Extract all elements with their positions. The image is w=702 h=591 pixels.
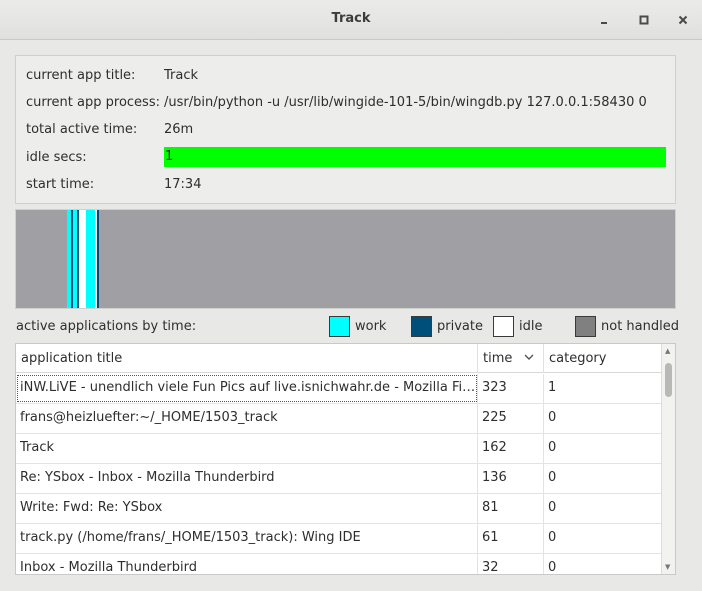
idle-bar: 1	[164, 147, 666, 167]
maximize-icon	[639, 15, 649, 25]
table-row[interactable]: Track 162 0	[16, 434, 661, 464]
timeline-segment-private	[97, 210, 99, 308]
legend-label-work: work	[355, 319, 387, 334]
cell-application-title: iNW.LiVE - unendlich viele Fun Pics auf …	[16, 374, 478, 403]
scrollbar-thumb[interactable]	[665, 363, 672, 397]
scroll-up-icon[interactable]: ▲	[665, 347, 670, 355]
cell-time: 32	[478, 554, 544, 574]
cell-application-title: Re: YSbox - Inbox - Mozilla Thunderbird	[16, 464, 478, 493]
cell-application-title: Inbox - Mozilla Thunderbird	[16, 554, 478, 574]
column-header-application-title[interactable]: application title	[16, 344, 478, 373]
cell-application-title: Track	[16, 434, 478, 463]
idle-value: 1	[165, 149, 174, 164]
cell-category: 1	[548, 380, 557, 395]
applications-table[interactable]: application title time category iNW.LiVE…	[15, 343, 676, 575]
column-header-category[interactable]: category	[544, 344, 661, 373]
scroll-down-icon[interactable]: ▼	[665, 563, 670, 571]
info-panel: current app title: Track current app pro…	[15, 55, 676, 204]
table-header: application title time category	[16, 344, 661, 373]
close-button[interactable]	[673, 10, 693, 30]
legend-swatch-not-handled	[575, 316, 596, 337]
table-row[interactable]: frans@heizluefter:~/_HOME/1503_track 225 0	[16, 404, 661, 434]
process-label: current app process:	[26, 95, 160, 110]
table-row[interactable]: Inbox - Mozilla Thunderbird 32 0	[16, 554, 661, 575]
start-time-label: start time:	[26, 177, 95, 192]
legend-label-idle: idle	[519, 319, 543, 334]
cell-category: 0	[548, 470, 557, 485]
cell-time: 162	[478, 434, 544, 463]
cell-category: 0	[548, 500, 557, 515]
cell-category: 0	[548, 530, 557, 545]
table-row[interactable]: track.py (/home/frans/_HOME/1503_track):…	[16, 524, 661, 554]
legend-swatch-idle	[493, 316, 514, 337]
cell-time: 225	[478, 404, 544, 433]
app-title-value: Track	[164, 68, 199, 83]
legend-label-not-handled: not handled	[601, 319, 679, 334]
sort-descending-icon	[524, 354, 534, 360]
table-row[interactable]: iNW.LiVE - unendlich viele Fun Pics auf …	[16, 374, 661, 404]
column-header-time[interactable]: time	[478, 344, 544, 373]
activity-timeline	[15, 209, 676, 309]
title-bar: Track	[0, 0, 702, 40]
cell-category: 0	[548, 410, 557, 425]
vertical-scrollbar[interactable]: ▲ ▼	[661, 344, 675, 574]
total-active-value: 26m	[164, 122, 194, 137]
process-value: /usr/bin/python -u /usr/lib/wingide-101-…	[164, 95, 647, 110]
cell-application-title: Write: Fwd: Re: YSbox	[16, 494, 478, 523]
maximize-button[interactable]	[634, 10, 654, 30]
close-icon	[678, 15, 688, 25]
cell-category: 0	[548, 560, 557, 575]
minimize-icon	[601, 22, 607, 24]
table-row[interactable]: Re: YSbox - Inbox - Mozilla Thunderbird 1…	[16, 464, 661, 494]
cell-time: 323	[478, 374, 544, 403]
column-header-label: application title	[21, 351, 123, 366]
minimize-button[interactable]	[594, 10, 614, 30]
cell-application-title: frans@heizluefter:~/_HOME/1503_track	[16, 404, 478, 433]
table-row[interactable]: Write: Fwd: Re: YSbox 81 0	[16, 494, 661, 524]
start-time-value: 17:34	[164, 177, 202, 192]
idle-label: idle secs:	[26, 150, 87, 165]
timeline-segment-idle	[79, 210, 86, 308]
cell-category: 0	[548, 440, 557, 455]
legend-swatch-private	[411, 316, 432, 337]
cell-application-title: track.py (/home/frans/_HOME/1503_track):…	[16, 524, 478, 553]
app-title-label: current app title:	[26, 68, 136, 83]
total-active-label: total active time:	[26, 122, 138, 137]
timeline-segment-work	[86, 210, 95, 308]
legend-label-private: private	[437, 319, 483, 334]
cell-time: 136	[478, 464, 544, 493]
cell-time: 61	[478, 524, 544, 553]
legend-title: active applications by time:	[16, 319, 197, 334]
legend-swatch-work	[329, 316, 350, 337]
column-header-label: time	[483, 351, 513, 366]
cell-time: 81	[478, 494, 544, 523]
column-header-label: category	[549, 351, 607, 366]
